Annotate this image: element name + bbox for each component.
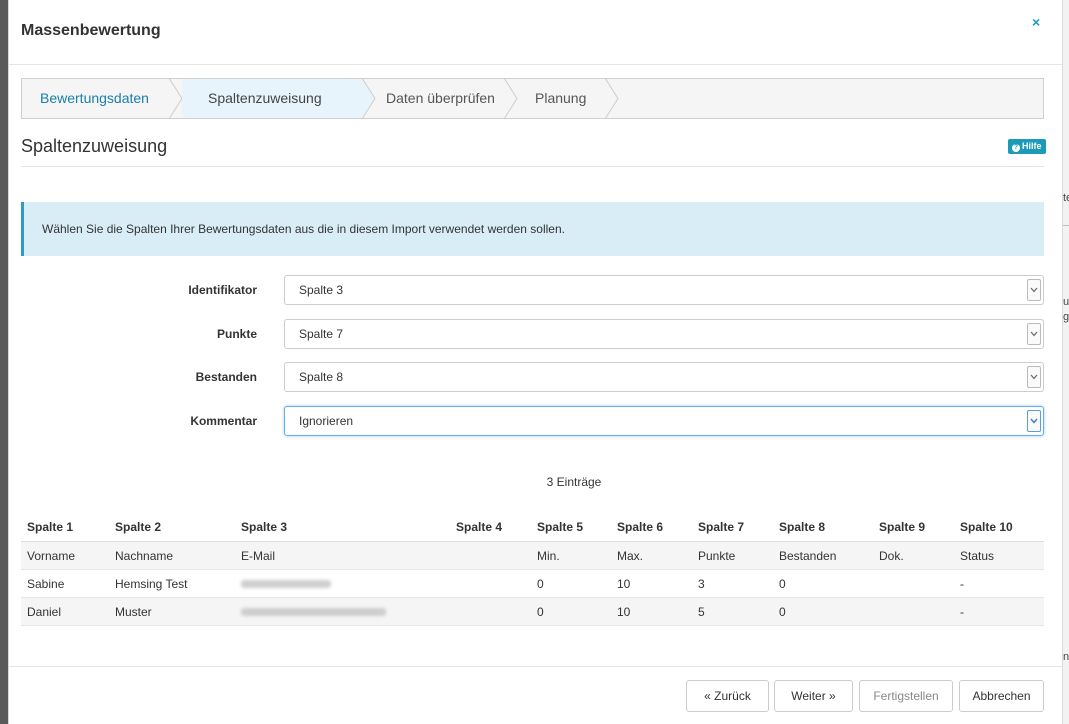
table-cell: Max.	[611, 541, 692, 570]
column-header[interactable]: Spalte 2	[109, 513, 235, 542]
help-button-label: Hilfe	[1022, 141, 1042, 151]
wizard-step-planung[interactable]: Planung	[517, 78, 619, 119]
background-divider	[1063, 225, 1069, 226]
passed-label: Bestanden	[195, 370, 257, 384]
table-cell	[873, 597, 954, 626]
identifier-select[interactable]: Spalte 3	[284, 275, 1044, 305]
table-cell: 10	[611, 597, 692, 626]
table-cell: -	[954, 597, 1044, 626]
comment-select[interactable]: Ignorieren	[284, 406, 1044, 436]
table-cell: Muster	[109, 597, 235, 626]
entries-count: 3 Einträge	[546, 475, 602, 489]
background-text-fragment: g	[1063, 311, 1069, 323]
table-cell: Sabine	[21, 569, 109, 598]
wizard-step-label: Spaltenzuweisung	[208, 90, 322, 106]
select-value: Spalte 8	[299, 370, 344, 384]
points-select[interactable]: Spalte 7	[284, 319, 1044, 349]
redacted-email	[241, 579, 331, 588]
table-cell: 10	[611, 569, 692, 598]
table-cell: 0	[531, 569, 611, 598]
column-header[interactable]: Spalte 5	[531, 513, 611, 542]
wizard-steps: Bewertungsdaten Spaltenzuweisung Daten ü…	[21, 78, 1044, 119]
wizard-step-bewertungsdaten[interactable]: Bewertungsdaten	[22, 78, 183, 119]
info-message: Wählen Sie die Spalten Ihrer Bewertungsd…	[21, 202, 1044, 256]
table-cell: Dok.	[873, 541, 954, 570]
footer-divider	[9, 666, 1062, 667]
table-cell: 3	[692, 569, 773, 598]
table-cell: 5	[692, 597, 773, 626]
column-header[interactable]: Spalte 8	[773, 513, 873, 542]
next-button[interactable]: Weiter »	[774, 680, 853, 712]
chevron-down-icon	[1027, 366, 1041, 388]
dialog-header: Massenbewertung ×	[9, 0, 1062, 65]
background-text-fragment: n	[1063, 651, 1069, 663]
table-row: Sabine Hemsing Test 0 10 3 0 -	[21, 569, 1044, 598]
select-value: Ignorieren	[299, 414, 354, 428]
column-header[interactable]: Spalte 4	[450, 513, 531, 542]
cancel-button[interactable]: Abbrechen	[959, 680, 1044, 712]
column-header[interactable]: Spalte 3	[235, 513, 450, 542]
background-text-fragment: te	[1063, 192, 1069, 204]
passed-select[interactable]: Spalte 8	[284, 362, 1044, 392]
table-cell	[873, 569, 954, 598]
identifier-label: Identifikator	[188, 283, 257, 297]
table-header-row: Spalte 1 Spalte 2 Spalte 3 Spalte 4 Spal…	[21, 513, 1044, 542]
section-title: Spaltenzuweisung	[21, 136, 168, 156]
table-cell: 0	[531, 597, 611, 626]
help-button[interactable]: ? Hilfe	[1008, 139, 1046, 154]
wizard-step-spaltenzuweisung[interactable]: Spaltenzuweisung	[182, 78, 376, 119]
section-divider	[21, 166, 1044, 167]
redacted-email	[241, 607, 386, 616]
close-icon[interactable]: ×	[1032, 14, 1040, 30]
finish-button[interactable]: Fertigstellen	[859, 680, 953, 712]
comment-label: Kommentar	[190, 414, 257, 428]
select-value: Spalte 3	[299, 283, 344, 297]
wizard-step-label: Daten überprüfen	[386, 90, 495, 106]
table-cell	[235, 569, 450, 598]
table-cell: Min.	[531, 541, 611, 570]
table-cell: Nachname	[109, 541, 235, 570]
question-icon: ?	[1012, 144, 1020, 152]
table-cell	[450, 569, 531, 598]
column-header[interactable]: Spalte 7	[692, 513, 773, 542]
preview-table: Spalte 1 Spalte 2 Spalte 3 Spalte 4 Spal…	[21, 513, 1044, 626]
table-cell: 0	[773, 569, 873, 598]
points-label: Punkte	[216, 327, 257, 341]
info-message-text: Wählen Sie die Spalten Ihrer Bewertungsd…	[42, 222, 565, 236]
dialog-title: Massenbewertung	[21, 22, 161, 39]
column-header[interactable]: Spalte 9	[873, 513, 954, 542]
wizard-step-label: Planung	[535, 90, 587, 106]
chevron-down-icon	[1027, 279, 1041, 301]
step-separator-chevron	[605, 78, 619, 119]
chevron-down-icon	[1027, 323, 1041, 345]
wizard-step-daten-ueberpruefen[interactable]: Daten überprüfen	[362, 78, 518, 119]
background-window-edge-right: te u g n	[1062, 0, 1069, 724]
table-cell: -	[954, 569, 1044, 598]
wizard-step-label: Bewertungsdaten	[40, 90, 149, 106]
step-separator-chevron	[169, 78, 183, 119]
back-button[interactable]: « Zurück	[686, 680, 769, 712]
table-cell: E-Mail	[235, 541, 450, 570]
table-row: Vorname Nachname E-Mail Min. Max. Punkte…	[21, 541, 1044, 570]
background-window-edge-left	[0, 0, 8, 724]
mass-assessment-dialog: Massenbewertung × Bewertungsdaten Spalte…	[9, 0, 1062, 724]
table-cell: Punkte	[692, 541, 773, 570]
table-cell	[450, 597, 531, 626]
chevron-down-icon	[1027, 410, 1041, 432]
table-cell	[235, 597, 450, 626]
table-cell: Vorname	[21, 541, 109, 570]
table-cell: 0	[773, 597, 873, 626]
background-text-fragment: u	[1063, 296, 1069, 308]
table-cell: Hemsing Test	[109, 569, 235, 598]
select-value: Spalte 7	[299, 327, 344, 341]
table-cell: Status	[954, 541, 1044, 570]
column-header[interactable]: Spalte 6	[611, 513, 692, 542]
table-cell	[450, 541, 531, 570]
table-cell: Daniel	[21, 597, 109, 626]
column-header[interactable]: Spalte 10	[954, 513, 1044, 542]
column-header[interactable]: Spalte 1	[21, 513, 109, 542]
table-row: Daniel Muster 0 10 5 0 -	[21, 597, 1044, 626]
step-separator-chevron	[504, 78, 518, 119]
table-cell: Bestanden	[773, 541, 873, 570]
